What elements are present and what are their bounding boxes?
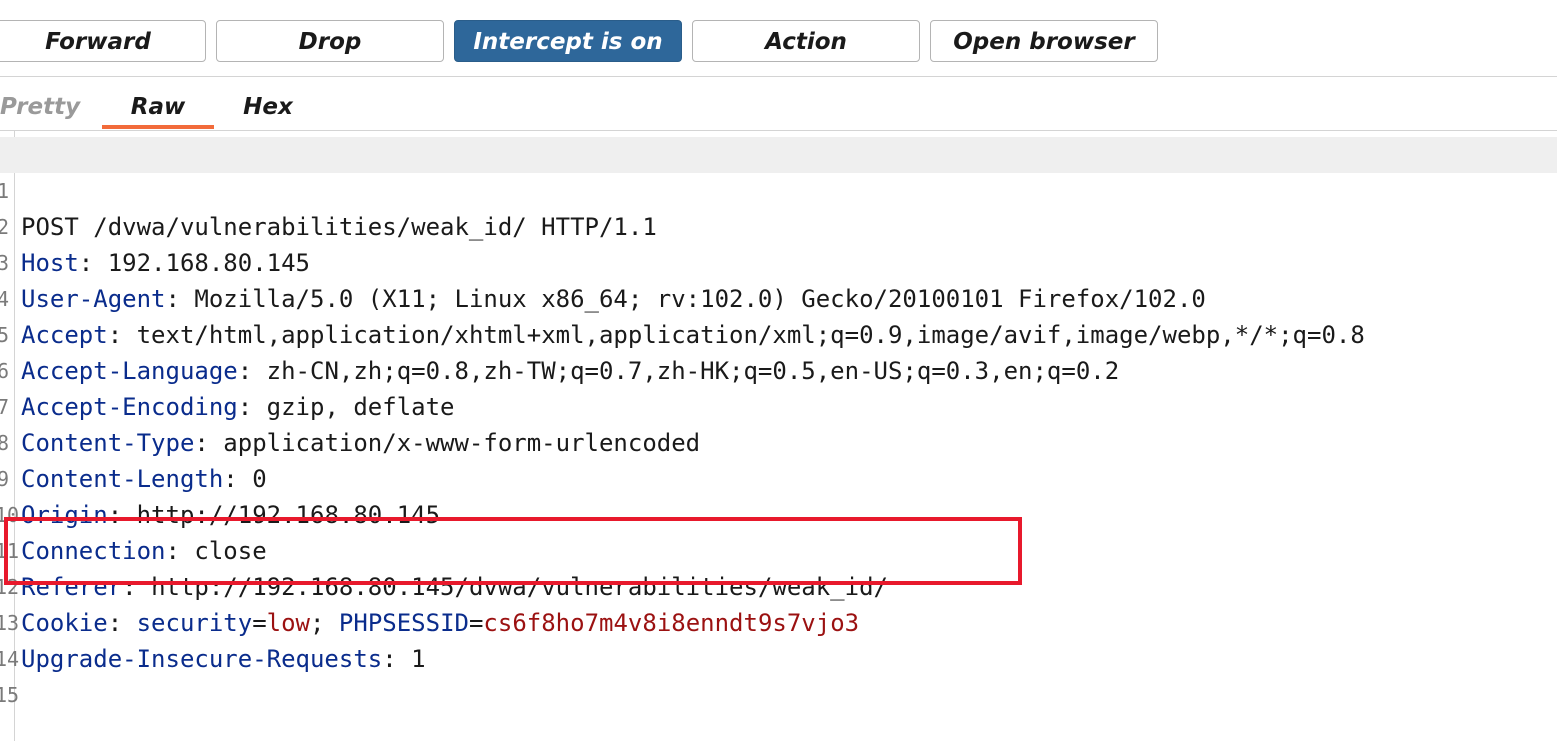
raw-request-editor[interactable]: 1 POST /dvwa/vulnerabilities/weak_id/ HT… — [0, 131, 1557, 741]
forward-button[interactable]: Forward — [0, 20, 206, 62]
request-line: 1 POST /dvwa/vulnerabilities/weak_id/ HT… — [0, 137, 1557, 241]
tab-raw[interactable]: Raw — [102, 91, 214, 129]
tab-pretty[interactable]: Pretty — [0, 91, 80, 129]
header-line-cookie: 12 Cookie: security=low; PHPSESSID=cs6f8… — [0, 533, 1557, 637]
intercept-toggle-button[interactable]: Intercept is on — [454, 20, 682, 62]
header-line-content-type: 7 Content-Type: application/x-www-form-u… — [0, 353, 1557, 457]
tab-hex[interactable]: Hex — [230, 91, 306, 129]
empty-line: 15 — [0, 641, 1557, 707]
open-browser-button[interactable]: Open browser — [930, 20, 1158, 62]
header-line-host: 2 Host: 192.168.80.145 — [0, 173, 1557, 277]
active-tab-indicator — [102, 125, 214, 129]
action-button[interactable]: Action — [692, 20, 920, 62]
header-line-user-agent: 3 User-Agent: Mozilla/5.0 (X11; Linux x8… — [0, 209, 1557, 313]
header-line-origin: 9 Origin: http://192.168.80.145 — [0, 425, 1557, 529]
drop-button[interactable]: Drop — [216, 20, 444, 62]
proxy-toolbar: Forward Drop Intercept is on Action Open… — [0, 0, 1557, 77]
message-view-tabs: Pretty Raw Hex — [0, 77, 1557, 131]
empty-line: 14 — [0, 605, 1557, 671]
header-line-referer: 11 Referer: http://192.168.80.145/dvwa/v… — [0, 497, 1557, 601]
header-line-accept-encoding: 6 Accept-Encoding: gzip, deflate — [0, 317, 1557, 421]
header-line-connection: 10 Connection: close — [0, 461, 1557, 565]
header-line-accept-language: 5 Accept-Language: zh-CN,zh;q=0.8,zh-TW;… — [0, 281, 1557, 385]
line-number: 15 — [0, 683, 20, 707]
header-line-content-length: 8 Content-Length: 0 — [0, 389, 1557, 493]
header-line-upgrade-insecure-requests: 13 Upgrade-Insecure-Requests: 1 — [0, 569, 1557, 673]
header-line-accept: 4 Accept: text/html,application/xhtml+xm… — [0, 245, 1557, 349]
